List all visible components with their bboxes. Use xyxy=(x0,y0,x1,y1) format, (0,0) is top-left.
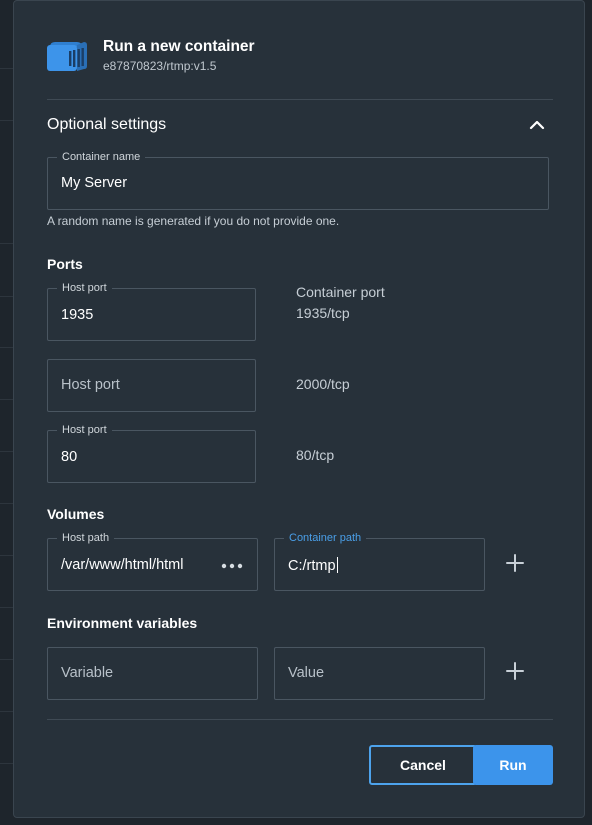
container-name-value: My Server xyxy=(61,175,128,191)
background-divider xyxy=(0,120,14,121)
container-name-hint: A random name is generated if you do not… xyxy=(47,214,340,228)
host-port-value: 1935 xyxy=(61,307,94,323)
dialog-title: Run a new container xyxy=(103,38,255,55)
cancel-button[interactable]: Cancel xyxy=(369,745,477,785)
container-path-field[interactable]: Container path C:/rtmp xyxy=(274,531,485,591)
host-path-field[interactable]: Host path /var/www/html/html xyxy=(47,531,258,591)
volumes-title: Volumes xyxy=(47,506,105,522)
host-path-label: Host path xyxy=(57,531,115,545)
host-port-field-2[interactable]: Host port xyxy=(47,359,256,412)
container-path-label: Container path xyxy=(284,531,367,545)
container-path-value: C:/rtmp xyxy=(288,558,336,574)
host-port-label: Host port xyxy=(57,423,112,437)
variable-field[interactable]: Variable xyxy=(47,647,258,700)
host-port-field-3[interactable]: Host port 80 xyxy=(47,423,256,483)
add-variable-icon[interactable] xyxy=(504,660,526,682)
host-port-field-1[interactable]: Host port 1935 xyxy=(47,281,256,341)
value-placeholder: Value xyxy=(288,665,325,681)
chevron-up-icon[interactable] xyxy=(525,114,549,136)
background-divider xyxy=(0,607,14,608)
host-port-placeholder: Host port xyxy=(61,377,120,393)
host-port-label: Host port xyxy=(57,281,112,295)
background-divider xyxy=(0,347,14,348)
host-path-value: /var/www/html/html xyxy=(61,557,184,573)
background-divider xyxy=(0,711,14,712)
background-divider xyxy=(0,399,14,400)
container-port-value: 1935/tcp xyxy=(296,305,350,321)
container-port-value: 80/tcp xyxy=(296,447,335,463)
optional-settings-title: Optional settings xyxy=(47,116,167,133)
container-port-header: Container port xyxy=(296,284,385,300)
container-port-value: 2000/tcp xyxy=(296,376,350,392)
value-field[interactable]: Value xyxy=(274,647,485,700)
image-tag: e87870823/rtmp:v1.5 xyxy=(103,59,217,73)
container-icon xyxy=(47,39,87,73)
variable-placeholder: Variable xyxy=(61,665,114,681)
run-button[interactable]: Run xyxy=(473,745,553,785)
background-divider xyxy=(0,68,14,69)
background-divider xyxy=(0,555,14,556)
environment-variables-title: Environment variables xyxy=(47,615,198,631)
background-divider xyxy=(0,503,14,504)
ports-title: Ports xyxy=(47,256,83,272)
background-divider xyxy=(0,659,14,660)
container-path-text: C:/rtmp xyxy=(288,557,338,574)
add-volume-icon[interactable] xyxy=(504,552,526,574)
host-port-value: 80 xyxy=(61,449,78,465)
background-divider xyxy=(0,243,14,244)
more-options-icon[interactable] xyxy=(221,557,243,569)
background-divider xyxy=(0,763,14,764)
background-divider xyxy=(0,451,14,452)
run-container-dialog: Run a new container e87870823/rtmp:v1.5 … xyxy=(13,0,585,818)
container-name-label: Container name xyxy=(57,150,146,164)
container-name-field[interactable]: Container name My Server xyxy=(47,150,549,210)
header-divider xyxy=(47,99,553,100)
text-cursor xyxy=(336,557,338,573)
background-divider xyxy=(0,296,14,297)
footer-divider xyxy=(47,719,553,720)
